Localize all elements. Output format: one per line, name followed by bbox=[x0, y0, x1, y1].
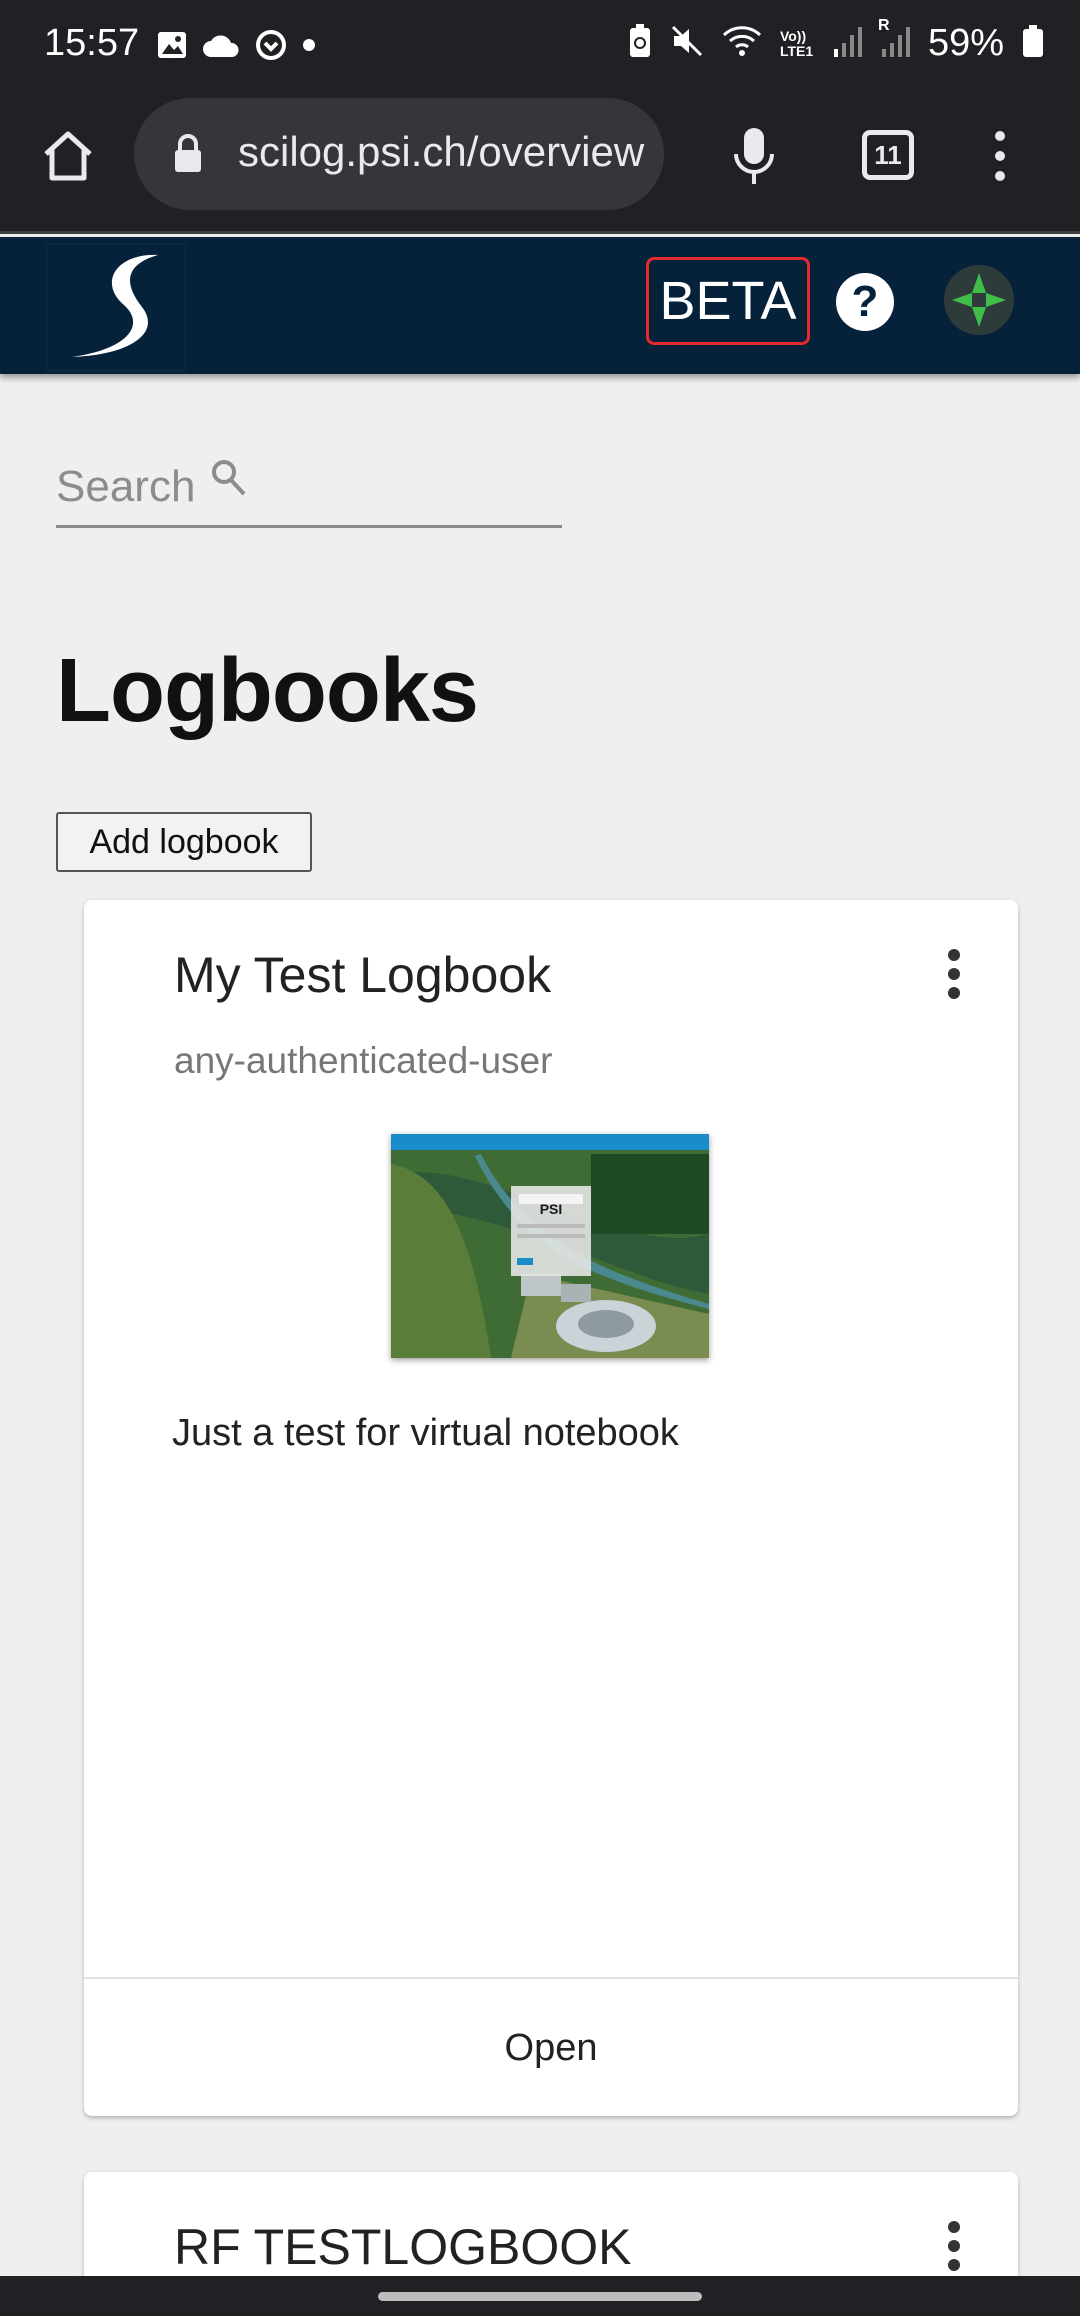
search-placeholder: Search bbox=[56, 462, 196, 511]
signal-roaming-icon: R bbox=[878, 17, 910, 62]
logbook-description: Just a test for virtual notebook bbox=[172, 1412, 679, 1454]
tab-switcher-button[interactable]: 11 bbox=[862, 130, 914, 180]
gallery-icon bbox=[156, 29, 188, 66]
status-time: 15:57 bbox=[44, 22, 140, 64]
browser-toolbar: scilog.psi.ch/overview 11 bbox=[0, 90, 1080, 234]
gesture-handle[interactable] bbox=[378, 2292, 702, 2301]
more-vert-icon bbox=[948, 2221, 960, 2271]
url-text: scilog.psi.ch/overview bbox=[238, 128, 645, 175]
logbook-title[interactable]: My Test Logbook bbox=[174, 946, 551, 1004]
battery-percent: 59% bbox=[927, 22, 1004, 64]
logbook-menu-button[interactable] bbox=[944, 2220, 964, 2277]
search-input[interactable]: Search bbox=[56, 452, 562, 528]
add-logbook-button[interactable]: Add logbook bbox=[56, 812, 312, 872]
logbook-title[interactable]: RF TESTLOGBOOK bbox=[174, 2218, 632, 2276]
home-button[interactable] bbox=[40, 128, 96, 184]
cloud-icon bbox=[202, 31, 240, 64]
voice-search-button[interactable] bbox=[730, 124, 778, 193]
logbook-thumbnail[interactable]: PSI bbox=[391, 1134, 709, 1358]
battery-saver-icon bbox=[628, 23, 652, 64]
system-navigation-bar bbox=[0, 2276, 1080, 2316]
address-bar[interactable]: scilog.psi.ch/overview bbox=[134, 98, 664, 210]
roaming-label: R bbox=[877, 17, 890, 34]
more-vert-icon bbox=[948, 949, 960, 999]
logbook-card: My Test Logbook any-authenticated-user P… bbox=[84, 900, 1018, 2116]
beta-badge: BETA bbox=[646, 257, 810, 345]
browser-menu-button[interactable] bbox=[988, 126, 1012, 191]
dot-icon bbox=[302, 38, 316, 57]
volte-icon: Vo)) LTE1 bbox=[779, 27, 814, 59]
page-title: Logbooks bbox=[56, 641, 479, 741]
scilog-logo[interactable] bbox=[45, 242, 187, 372]
sync-icon bbox=[254, 28, 288, 67]
open-logbook-button[interactable]: Open bbox=[84, 1980, 1018, 2116]
home-icon bbox=[44, 131, 92, 181]
mic-icon bbox=[734, 128, 774, 184]
help-button[interactable]: ? bbox=[836, 273, 894, 331]
card-divider bbox=[84, 1977, 1018, 1979]
logbook-menu-button[interactable] bbox=[944, 948, 964, 1005]
search-icon bbox=[210, 458, 248, 503]
status-bar: 15:57 Vo)) LTE1 R 59% bbox=[0, 0, 1080, 90]
avatar[interactable] bbox=[944, 265, 1014, 335]
logbook-owner-group: any-authenticated-user bbox=[174, 1040, 553, 1081]
lock-icon bbox=[172, 134, 204, 179]
thumbnail-psi-text: PSI bbox=[540, 1201, 563, 1217]
signal-icon bbox=[832, 25, 862, 62]
status-icons-right: Vo)) LTE1 R 59% bbox=[628, 17, 1044, 65]
status-icons-left bbox=[156, 28, 316, 67]
more-vert-icon bbox=[995, 131, 1005, 181]
wifi-icon bbox=[722, 25, 762, 62]
battery-icon bbox=[1022, 24, 1044, 63]
app-header: BETA ? bbox=[0, 237, 1080, 374]
mute-icon bbox=[670, 24, 704, 63]
